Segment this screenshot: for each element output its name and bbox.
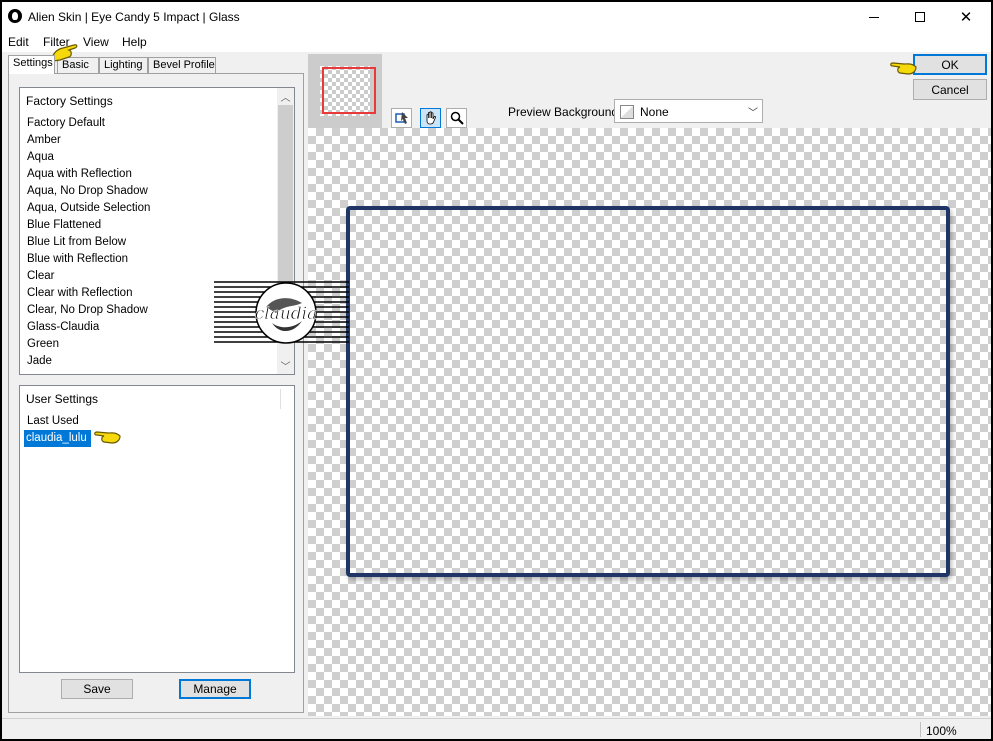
menu-bar: Edit Filter View Help xyxy=(2,32,991,52)
menu-help[interactable]: Help xyxy=(122,35,147,49)
list-item[interactable]: Green xyxy=(26,336,151,353)
app-window: Alien Skin | Eye Candy 5 Impact | Glass … xyxy=(2,2,991,739)
list-item[interactable]: Aqua, Outside Selection xyxy=(26,200,151,217)
list-item[interactable]: Aqua, No Drop Shadow xyxy=(26,183,151,200)
navigator-thumbnail[interactable] xyxy=(308,54,382,128)
factory-settings-header: Factory Settings xyxy=(26,94,113,108)
user-settings-list[interactable]: User Settings Last Used claudia_lulu xyxy=(19,385,295,673)
minimize-button[interactable] xyxy=(851,2,897,32)
preview-canvas[interactable] xyxy=(308,128,991,716)
tab-bevel-profile[interactable]: Bevel Profile xyxy=(148,57,216,74)
list-item[interactable]: Blue Lit from Below xyxy=(26,234,151,251)
hand-icon xyxy=(426,111,436,125)
maximize-icon xyxy=(915,12,925,22)
list-item[interactable]: Clear xyxy=(26,268,151,285)
list-item[interactable]: Last Used xyxy=(26,413,91,430)
header-divider xyxy=(280,389,281,409)
chevron-down-icon: ﹀ xyxy=(748,108,758,119)
list-item[interactable]: Blue Flattened xyxy=(26,217,151,234)
claudia-watermark-logo: claudia xyxy=(214,281,349,344)
tab-settings[interactable]: Settings xyxy=(8,55,55,74)
window-title: Alien Skin | Eye Candy 5 Impact | Glass xyxy=(28,10,240,24)
alien-skin-icon xyxy=(8,9,22,23)
list-item[interactable]: Clear with Reflection xyxy=(26,285,151,302)
hand-tool-button[interactable] xyxy=(420,108,441,128)
status-separator xyxy=(920,722,921,737)
list-item[interactable]: Clear, No Drop Shadow xyxy=(26,302,151,319)
menu-edit[interactable]: Edit xyxy=(8,35,29,49)
manage-button[interactable]: Manage xyxy=(179,679,251,699)
maximize-button[interactable] xyxy=(897,2,943,32)
close-icon: ✕ xyxy=(959,9,973,26)
ok-button[interactable]: OK xyxy=(913,54,987,75)
list-item[interactable]: Blue with Reflection xyxy=(26,251,151,268)
pointing-hand-icon xyxy=(890,62,917,75)
preview-background-select[interactable]: None ﹀ xyxy=(614,99,763,123)
list-item[interactable]: Amber xyxy=(26,132,151,149)
list-item[interactable]: Jade xyxy=(26,353,151,370)
navigate-button[interactable] xyxy=(391,108,412,128)
zoom-level: 100% xyxy=(926,724,957,738)
preview-background-label: Preview Background: xyxy=(508,105,622,119)
background-swatch xyxy=(620,105,634,119)
scroll-thumb[interactable] xyxy=(278,105,293,305)
list-item[interactable]: Aqua with Reflection xyxy=(26,166,151,183)
minimize-icon xyxy=(869,16,879,18)
cancel-button[interactable]: Cancel xyxy=(913,79,987,100)
list-item[interactable]: Glass-Claudia xyxy=(26,319,151,336)
watermark-text: claudia xyxy=(255,304,318,324)
close-button[interactable]: ✕ xyxy=(943,2,989,32)
preview-background-value: None xyxy=(640,105,669,119)
tab-lighting[interactable]: Lighting xyxy=(99,57,148,74)
menu-view[interactable]: View xyxy=(83,35,109,49)
list-item-selected[interactable]: claudia_lulu xyxy=(24,430,91,447)
glass-frame-preview xyxy=(346,206,950,577)
list-item[interactable]: Factory Default xyxy=(26,115,151,132)
user-settings-header: User Settings xyxy=(26,392,99,406)
zoom-icon xyxy=(450,111,464,125)
list-item[interactable]: Aqua xyxy=(26,149,151,166)
title-bar: Alien Skin | Eye Candy 5 Impact | Glass … xyxy=(2,2,991,32)
zoom-tool-button[interactable] xyxy=(446,108,467,128)
chevron-up-icon[interactable]: ︿ xyxy=(277,88,294,105)
navigator-viewport[interactable] xyxy=(322,67,376,114)
pointing-hand-icon xyxy=(94,431,121,444)
navigate-icon xyxy=(394,112,408,124)
status-bar: 100% xyxy=(2,718,991,739)
settings-panel: Factory Settings Factory Default Amber A… xyxy=(8,73,304,713)
chevron-down-icon[interactable]: ﹀ xyxy=(277,357,294,374)
save-button[interactable]: Save xyxy=(61,679,133,699)
